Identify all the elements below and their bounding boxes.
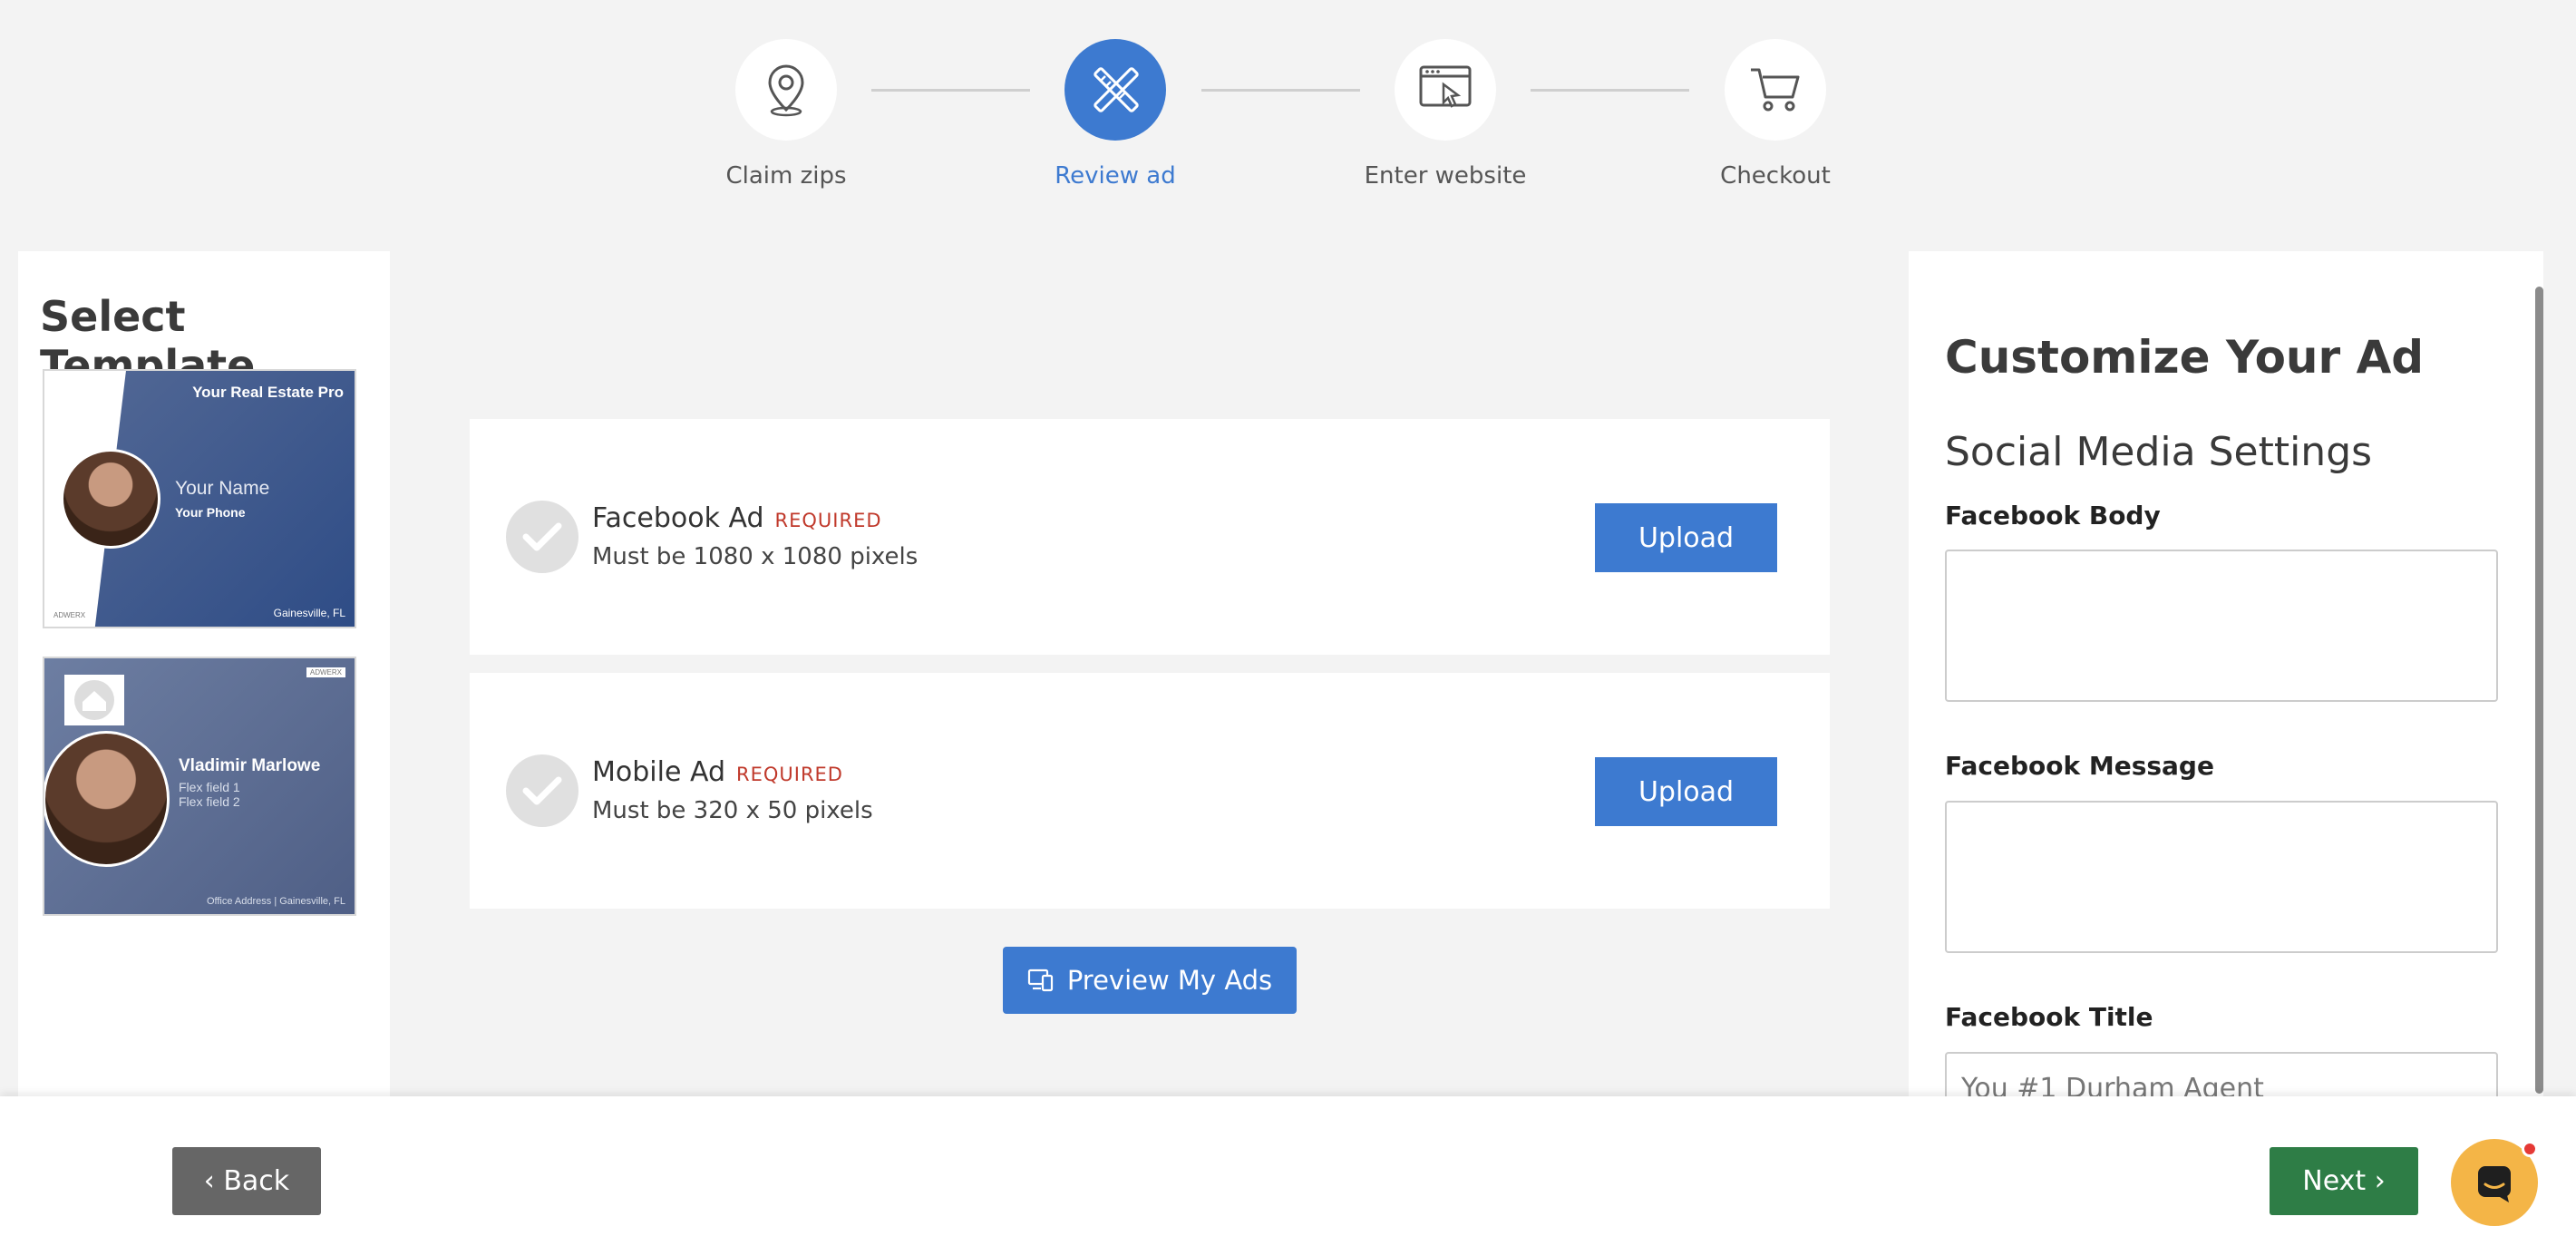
back-label: Back	[223, 1165, 290, 1197]
required-badge: REQUIRED	[735, 764, 843, 785]
social-settings-subtitle: Social Media Settings	[1945, 429, 2373, 475]
pencil-ruler-icon	[1064, 39, 1166, 141]
template-flex-field: Flex field 2	[179, 794, 240, 809]
step-review-ad[interactable]: Review ad	[979, 39, 1251, 190]
template-address: Office Address | Gainesville, FL	[206, 896, 345, 907]
cart-icon	[1725, 39, 1826, 141]
next-label: Next	[2302, 1165, 2367, 1197]
ad-title: Mobile Ad REQUIRED	[592, 756, 843, 788]
template-name: Vladimir Marlowe	[179, 756, 321, 775]
template-location: Gainesville, FL	[273, 607, 345, 619]
step-checkout[interactable]: Checkout	[1639, 39, 1911, 190]
chat-widget-button[interactable]	[2451, 1139, 2538, 1226]
mobile-ad-card: Mobile Ad REQUIRED Must be 320 x 50 pixel…	[470, 673, 1830, 909]
browser-cursor-icon	[1395, 39, 1496, 141]
template-name: Your Name	[175, 478, 270, 499]
step-label: Review ad	[1055, 162, 1176, 190]
next-button[interactable]: Next ›	[2270, 1147, 2418, 1215]
footer-bar: ‹ Back Next ›	[0, 1096, 2576, 1236]
facebook-ad-card: Facebook Ad REQUIRED Must be 1080 x 1080 …	[470, 419, 1830, 655]
chat-icon	[2478, 1166, 2511, 1202]
customize-panel: Customize Your Ad Social Media Settings …	[1909, 251, 2543, 1167]
preview-my-ads-button[interactable]: Preview My Ads	[1003, 947, 1297, 1014]
chevron-left-icon: ‹	[203, 1165, 215, 1197]
upload-facebook-ad-button[interactable]: Upload	[1595, 503, 1777, 572]
template-option-2[interactable]: ADWERX Vladimir Marlowe Flex field 1 Fle…	[43, 657, 356, 916]
template-phone: Your Phone	[175, 505, 246, 520]
facebook-message-input[interactable]	[1945, 801, 2498, 953]
step-label: Claim zips	[725, 162, 847, 190]
ad-size-requirement: Must be 1080 x 1080 pixels	[592, 543, 919, 570]
ad-title: Facebook Ad REQUIRED	[592, 502, 882, 534]
chevron-right-icon: ›	[2374, 1165, 2386, 1197]
back-button[interactable]: ‹ Back	[172, 1147, 321, 1215]
devices-icon	[1027, 968, 1053, 992]
template-headline: Your Real Estate Pro	[192, 384, 344, 401]
check-icon	[506, 754, 578, 827]
scrollbar[interactable]	[2535, 287, 2543, 1094]
avatar	[61, 449, 160, 549]
facebook-body-label: Facebook Body	[1945, 501, 2161, 530]
progress-stepper: Claim zips Review ad Enter website Check…	[0, 39, 2576, 202]
facebook-message-label: Facebook Message	[1945, 751, 2214, 781]
facebook-body-input[interactable]	[1945, 550, 2498, 702]
ad-title-text: Facebook Ad	[592, 502, 764, 534]
logo-placeholder	[64, 675, 124, 725]
template-brand: ADWERX	[306, 667, 345, 677]
step-label: Enter website	[1364, 162, 1527, 190]
upload-mobile-ad-button[interactable]: Upload	[1595, 757, 1777, 826]
template-brand: ADWERX	[53, 611, 86, 619]
customize-title: Customize Your Ad	[1945, 331, 2425, 384]
avatar	[44, 731, 170, 867]
ad-size-requirement: Must be 320 x 50 pixels	[592, 797, 873, 824]
template-panel: Select Template Your Real Estate Pro You…	[18, 251, 390, 1167]
map-pin-icon	[735, 39, 837, 141]
step-enter-website[interactable]: Enter website	[1309, 39, 1581, 190]
ad-title-text: Mobile Ad	[592, 756, 725, 788]
check-icon	[506, 501, 578, 573]
required-badge: REQUIRED	[774, 510, 882, 531]
step-label: Checkout	[1720, 162, 1831, 190]
facebook-title-label: Facebook Title	[1945, 1002, 2153, 1032]
notification-dot	[2522, 1141, 2538, 1157]
step-claim-zips[interactable]: Claim zips	[650, 39, 922, 190]
template-option-1[interactable]: Your Real Estate Pro Your Name Your Phon…	[43, 369, 356, 628]
template-flex-field: Flex field 1	[179, 780, 240, 794]
preview-label: Preview My Ads	[1066, 965, 1273, 996]
